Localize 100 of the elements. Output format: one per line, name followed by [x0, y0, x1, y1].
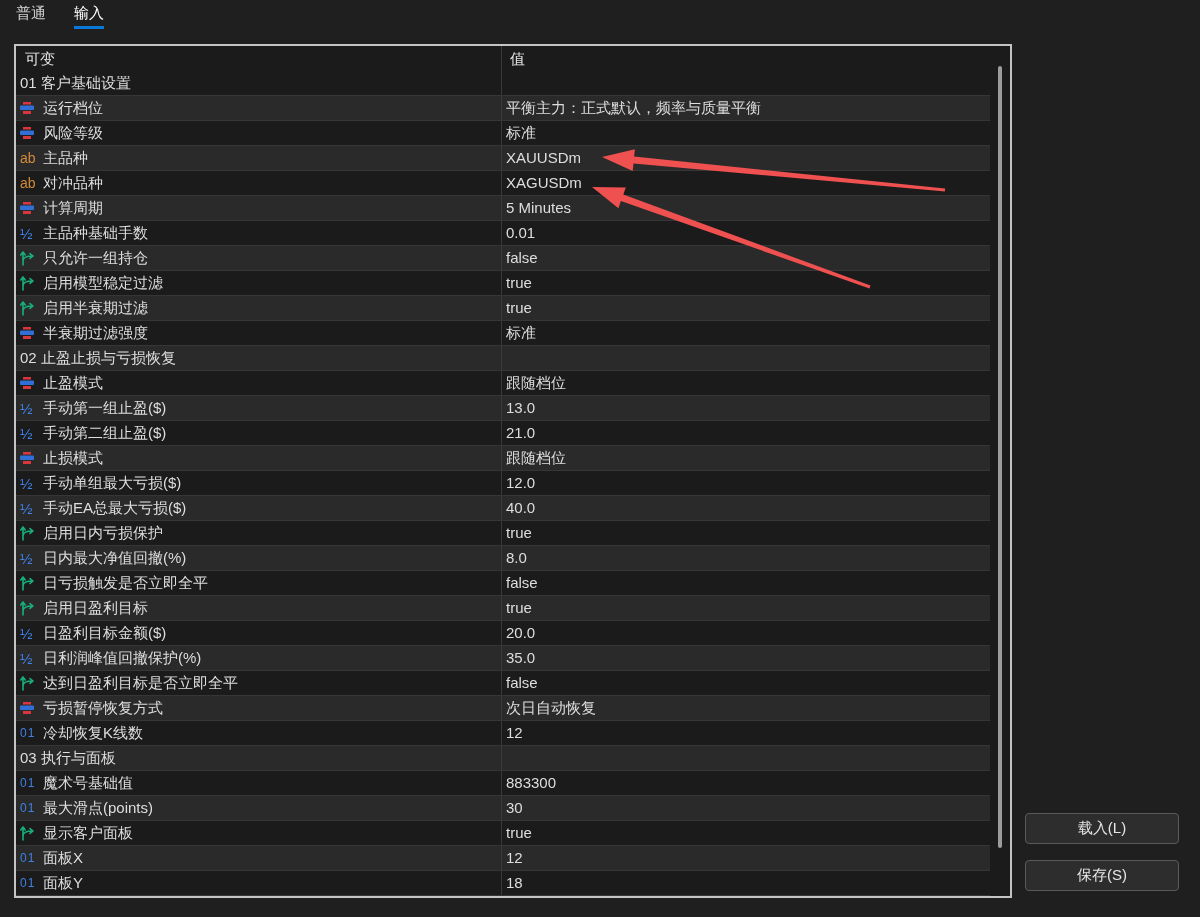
- parameter-name: 启用日内亏损保护: [43, 523, 163, 543]
- table-row[interactable]: 达到日盈利目标是否立即全平 false: [16, 671, 990, 696]
- fraction-icon: ½: [20, 225, 33, 241]
- fork-arrow-icon: [20, 525, 35, 541]
- parameter-value: 40.0: [506, 498, 536, 518]
- parameter-value: true: [506, 523, 532, 543]
- table-row[interactable]: ab 主品种 XAUUSDm: [16, 146, 990, 171]
- table-row[interactable]: 01 冷却恢复K线数 12: [16, 721, 990, 746]
- table-row[interactable]: 只允许一组持仓 false: [16, 246, 990, 271]
- parameter-name: 半衰期过滤强度: [43, 323, 148, 343]
- parameter-value: 12: [506, 848, 523, 868]
- parameter-value: 跟随档位: [506, 373, 566, 393]
- digits-icon: 01: [20, 877, 36, 889]
- fraction-icon: ½: [20, 500, 33, 516]
- table-row[interactable]: 01 面板X 12: [16, 846, 990, 871]
- dialog-button[interactable]: 载入(L): [1025, 813, 1179, 844]
- group-row[interactable]: 02 止盈止损与亏损恢复: [16, 346, 990, 371]
- parameter-value: false: [506, 248, 538, 268]
- parameter-value: true: [506, 273, 532, 293]
- table-row[interactable]: ½ 手动单组最大亏损($) 12.0: [16, 471, 990, 496]
- parameter-name: 计算周期: [43, 198, 103, 218]
- parameter-name: 日利润峰值回撤保护(%): [43, 648, 202, 668]
- group-title: 02 止盈止损与亏损恢复: [20, 348, 176, 368]
- parameter-value: 跟随档位: [506, 448, 566, 468]
- column-header: 可变: [25, 48, 55, 69]
- parameter-name: 对冲品种: [43, 173, 103, 193]
- parameter-value: false: [506, 673, 538, 693]
- parameter-name: 达到日盈利目标是否立即全平: [43, 673, 238, 693]
- parameter-name: 主品种: [43, 148, 88, 168]
- parameter-value: 21.0: [506, 423, 536, 443]
- parameter-name: 冷却恢复K线数: [43, 723, 143, 743]
- column-header: 值: [510, 48, 525, 69]
- table-row[interactable]: ½ 主品种基础手数 0.01: [16, 221, 990, 246]
- table-row[interactable]: 亏损暂停恢复方式 次日自动恢复: [16, 696, 990, 721]
- parameter-value: 次日自动恢复: [506, 698, 596, 718]
- digits-icon: 01: [20, 727, 36, 739]
- table-row[interactable]: 01 最大滑点(points) 30: [16, 796, 990, 821]
- parameter-name: 日亏损触发是否立即全平: [43, 573, 208, 593]
- stacked-bars-icon: [20, 102, 34, 114]
- table-row[interactable]: 01 面板Y 18: [16, 871, 990, 896]
- parameter-name: 止损模式: [43, 448, 103, 468]
- parameter-name: 手动第一组止盈($): [43, 398, 167, 418]
- parameter-value: 30: [506, 798, 523, 818]
- digits-icon: 01: [20, 852, 36, 864]
- table-row[interactable]: 风险等级 标准: [16, 121, 990, 146]
- parameter-value: 标准: [506, 123, 536, 143]
- digits-icon: 01: [20, 777, 36, 789]
- table-row[interactable]: 显示客户面板 true: [16, 821, 990, 846]
- parameter-value: true: [506, 598, 532, 618]
- scrollbar-thumb[interactable]: [998, 66, 1002, 848]
- group-title: 03 执行与面板: [20, 748, 116, 768]
- table-row[interactable]: 启用日内亏损保护 true: [16, 521, 990, 546]
- parameter-value: false: [506, 573, 538, 593]
- table-row[interactable]: 01 魔术号基础值 883300: [16, 771, 990, 796]
- parameter-value: 35.0: [506, 648, 536, 668]
- fork-arrow-icon: [20, 600, 35, 616]
- fork-arrow-icon: [20, 675, 35, 691]
- parameter-name: 手动EA总最大亏损($): [43, 498, 187, 518]
- table-row[interactable]: 止盈模式 跟随档位: [16, 371, 990, 396]
- parameter-name: 手动单组最大亏损($): [43, 473, 182, 493]
- table-row[interactable]: 启用半衰期过滤 true: [16, 296, 990, 321]
- parameter-name: 只允许一组持仓: [43, 248, 148, 268]
- stacked-bars-icon: [20, 127, 34, 139]
- parameter-name: 最大滑点(points): [43, 798, 154, 818]
- parameter-name: 止盈模式: [43, 373, 103, 393]
- table-row[interactable]: 止损模式 跟随档位: [16, 446, 990, 471]
- parameter-name: 风险等级: [43, 123, 103, 143]
- parameter-value: true: [506, 823, 532, 843]
- parameter-value: 12: [506, 723, 523, 743]
- tab[interactable]: 输入: [74, 3, 104, 29]
- parameter-name: 主品种基础手数: [43, 223, 148, 243]
- table-row[interactable]: ½ 日利润峰值回撤保护(%) 35.0: [16, 646, 990, 671]
- table-row[interactable]: ½ 手动EA总最大亏损($) 40.0: [16, 496, 990, 521]
- parameter-value: 18: [506, 873, 523, 893]
- stacked-bars-icon: [20, 452, 34, 464]
- table-row[interactable]: ½ 日盈利目标金额($) 20.0: [16, 621, 990, 646]
- group-row[interactable]: 03 执行与面板: [16, 746, 990, 771]
- parameter-name: 启用日盈利目标: [43, 598, 148, 618]
- parameter-name: 运行档位: [43, 98, 103, 118]
- parameter-name: 手动第二组止盈($): [43, 423, 167, 443]
- table-row[interactable]: ½ 日内最大净值回撤(%) 8.0: [16, 546, 990, 571]
- parameter-name: 启用半衰期过滤: [43, 298, 148, 318]
- parameter-value: XAGUSDm: [506, 173, 582, 193]
- dialog-button[interactable]: 保存(S): [1025, 860, 1179, 891]
- table-row[interactable]: 运行档位 平衡主力：正式默认，频率与质量平衡: [16, 96, 990, 121]
- table-row[interactable]: ½ 手动第一组止盈($) 13.0: [16, 396, 990, 421]
- fraction-icon: ½: [20, 425, 33, 441]
- table-row[interactable]: 计算周期 5 Minutes: [16, 196, 990, 221]
- fraction-icon: ½: [20, 650, 33, 666]
- fork-arrow-icon: [20, 275, 35, 291]
- table-row[interactable]: ½ 手动第二组止盈($) 21.0: [16, 421, 990, 446]
- table-row[interactable]: ab 对冲品种 XAGUSDm: [16, 171, 990, 196]
- table-row[interactable]: 日亏损触发是否立即全平 false: [16, 571, 990, 596]
- parameter-value: 标准: [506, 323, 536, 343]
- table-row[interactable]: 启用模型稳定过滤 true: [16, 271, 990, 296]
- table-row[interactable]: 半衰期过滤强度 标准: [16, 321, 990, 346]
- table-row[interactable]: 启用日盈利目标 true: [16, 596, 990, 621]
- fraction-icon: ½: [20, 400, 33, 416]
- tab[interactable]: 普通: [16, 3, 46, 29]
- stacked-bars-icon: [20, 327, 34, 339]
